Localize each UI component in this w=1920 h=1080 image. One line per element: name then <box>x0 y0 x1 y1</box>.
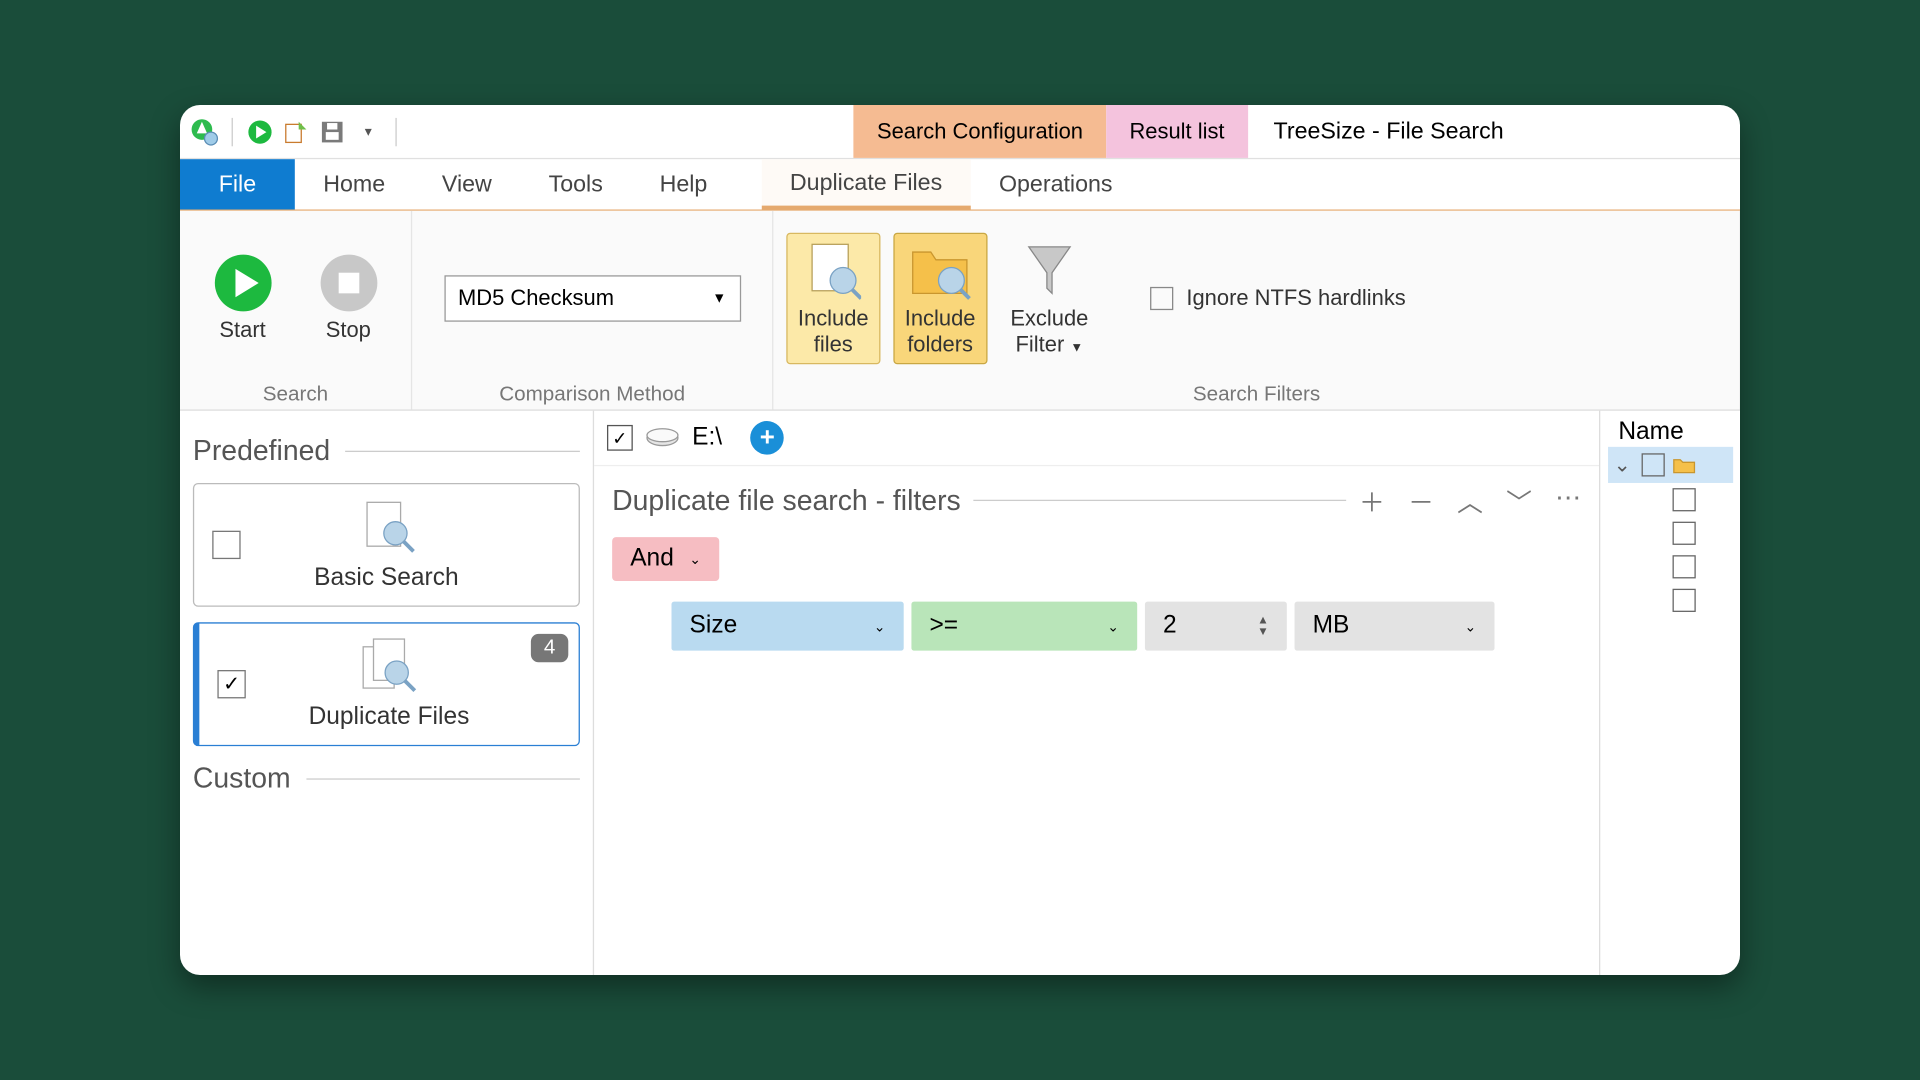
tab-help[interactable]: Help <box>631 159 736 209</box>
predefined-header: Predefined <box>193 434 330 468</box>
expand-icon[interactable]: ⌄ <box>1611 452 1634 478</box>
result-row[interactable] <box>1608 483 1733 517</box>
stop-button[interactable]: Stop <box>308 248 388 349</box>
ribbon: Start Stop Search MD5 Checksum▼ Comparis… <box>180 211 1740 411</box>
filter-unit[interactable]: MB⌄ <box>1295 602 1495 651</box>
duplicate-files-checkbox[interactable]: ✓ <box>217 670 245 698</box>
card-basic-search[interactable]: Basic Search <box>193 483 580 607</box>
qat-save-icon[interactable] <box>318 117 346 145</box>
title-bar: ▾ Search Configuration Result list TreeS… <box>180 105 1740 159</box>
add-path-button[interactable]: + <box>750 421 784 455</box>
basic-search-checkbox[interactable] <box>212 531 240 559</box>
tab-tools[interactable]: Tools <box>520 159 631 209</box>
exclude-filter-button[interactable]: Exclude Filter ▼ <box>1000 233 1099 363</box>
result-row[interactable]: ⌄ <box>1608 447 1733 483</box>
comparison-method-combo[interactable]: MD5 Checksum▼ <box>444 275 741 321</box>
name-column-header[interactable]: Name <box>1618 418 1683 446</box>
card-duplicate-files[interactable]: ✓ 4 Duplicate Files <box>193 622 580 746</box>
filter-value[interactable]: 2▲▼ <box>1145 602 1287 651</box>
context-tab-search-config[interactable]: Search Configuration <box>854 105 1106 158</box>
result-row[interactable] <box>1608 584 1733 618</box>
result-row[interactable] <box>1608 550 1733 584</box>
group-search-label: Search <box>193 378 398 406</box>
include-files-button[interactable]: Include files <box>786 232 880 365</box>
tab-home[interactable]: Home <box>295 159 414 209</box>
filter-remove-button[interactable]: － <box>1408 482 1434 519</box>
results-pane: Name ⌄ <box>1599 411 1740 975</box>
include-folders-button[interactable]: Include folders <box>893 232 987 365</box>
start-button[interactable]: Start <box>203 248 283 349</box>
tab-operations[interactable]: Operations <box>971 159 1141 209</box>
context-tab-result-list[interactable]: Result list <box>1106 105 1247 158</box>
tab-file[interactable]: File <box>180 159 295 209</box>
ribbon-tabs: File Home View Tools Help Duplicate File… <box>180 159 1740 211</box>
path-checkbox[interactable]: ✓ <box>607 425 633 451</box>
tab-duplicate-files[interactable]: Duplicate Files <box>762 159 971 209</box>
result-row[interactable] <box>1608 517 1733 551</box>
group-comparison-label: Comparison Method <box>425 378 759 406</box>
qat-run-icon[interactable] <box>246 117 274 145</box>
sidebar: Predefined Basic Search ✓ 4 Duplicate Fi… <box>180 411 593 975</box>
filter-field[interactable]: Size⌄ <box>671 602 903 651</box>
filter-operator[interactable]: >=⌄ <box>911 602 1137 651</box>
qat-export-icon[interactable] <box>282 117 310 145</box>
filter-add-button[interactable]: ＋ <box>1359 482 1385 519</box>
ignore-hardlinks-checkbox[interactable]: Ignore NTFS hardlinks <box>1150 286 1406 312</box>
folder-icon <box>1673 456 1696 474</box>
group-filters-label: Search Filters <box>786 378 1726 406</box>
search-path-row: ✓ E:\ + <box>594 411 1599 466</box>
tab-view[interactable]: View <box>414 159 521 209</box>
search-path[interactable]: E:\ <box>692 424 722 452</box>
filter-down-button[interactable]: ﹀ <box>1506 482 1532 519</box>
drive-icon <box>646 426 680 449</box>
filters-title: Duplicate file search - filters <box>612 484 961 518</box>
filter-up-button[interactable]: ︿ <box>1457 482 1483 519</box>
app-title: TreeSize - File Search <box>1248 105 1740 158</box>
qat-customize-icon[interactable]: ▾ <box>354 117 382 145</box>
duplicate-count-badge: 4 <box>531 634 568 662</box>
custom-header: Custom <box>193 762 291 796</box>
app-icon <box>190 117 218 145</box>
filter-condition-row: Size⌄ >=⌄ 2▲▼ MB⌄ <box>671 602 1580 651</box>
logic-operator[interactable]: And⌄ <box>612 537 719 581</box>
filter-more-button[interactable]: ⋯ <box>1555 482 1581 519</box>
chevron-down-icon: ▼ <box>1070 341 1083 355</box>
